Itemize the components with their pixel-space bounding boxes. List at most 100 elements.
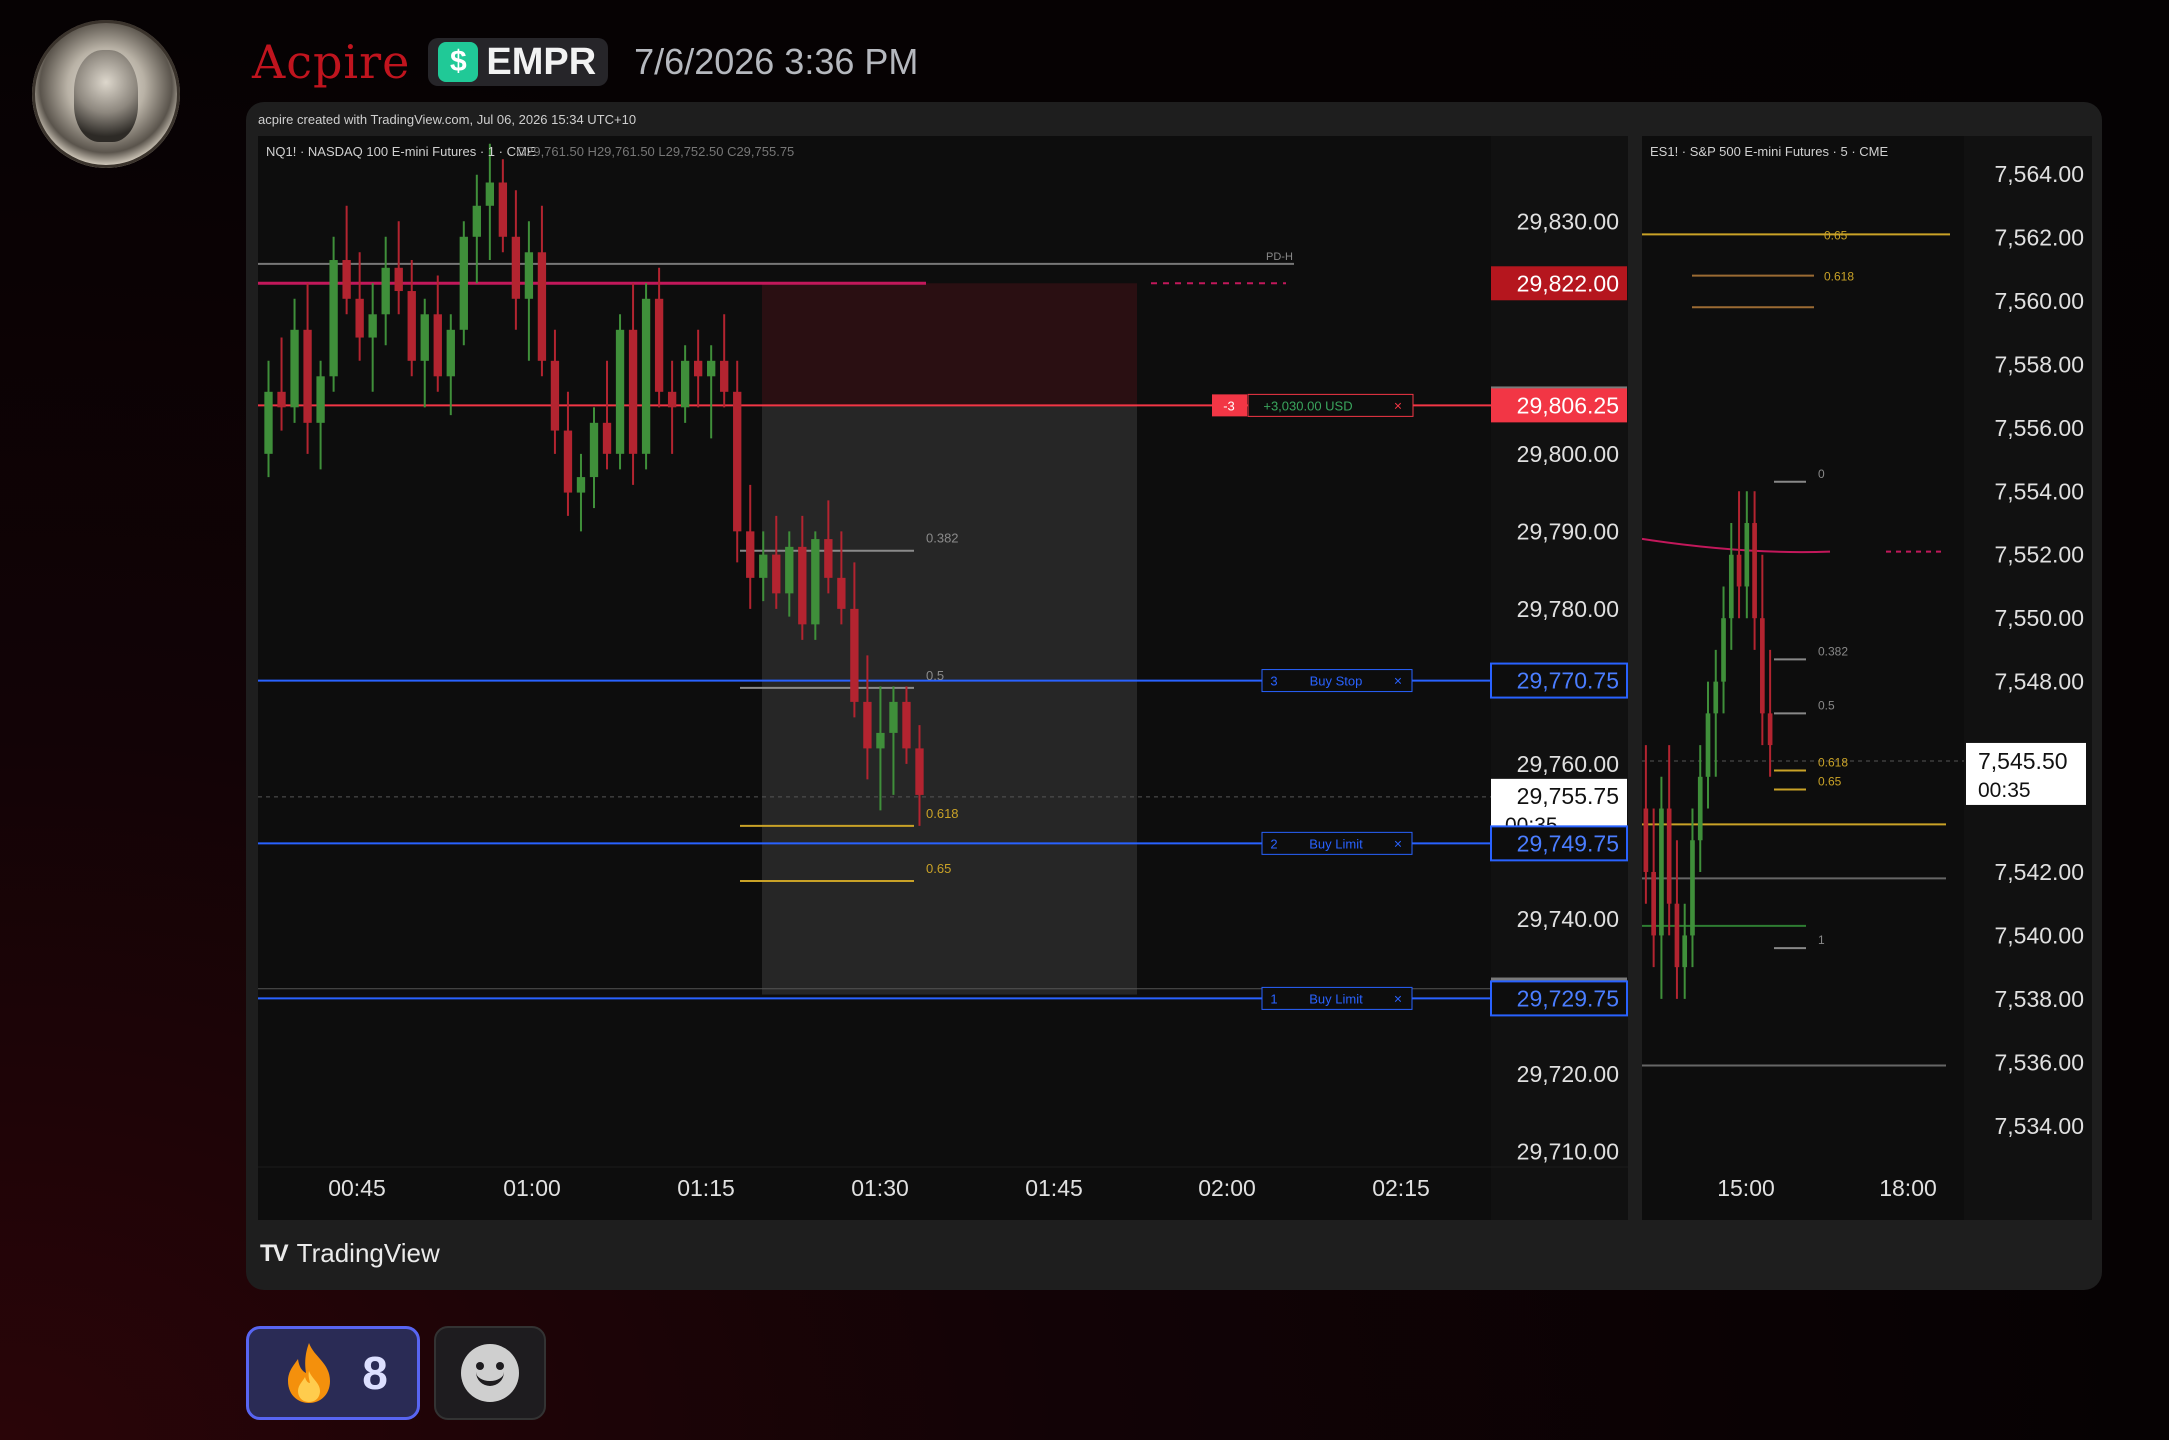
nq-price-tag-label: 29,822.00 <box>1517 270 1619 296</box>
nq-candle <box>407 291 416 361</box>
nq-y-tick: 29,710.00 <box>1517 1138 1619 1164</box>
image-attachment[interactable]: acpire created with TradingView.com, Jul… <box>246 102 2102 1290</box>
es-y-tick: 7,542.00 <box>1994 859 2084 885</box>
es-y-tick: 7,540.00 <box>1994 922 2084 948</box>
es-fib-label: 0.65 <box>1824 228 1848 242</box>
nq-candle <box>355 298 364 338</box>
fire-icon <box>278 1341 340 1405</box>
es-fib-label: 0.618 <box>1818 755 1848 769</box>
es-candle <box>1666 808 1672 904</box>
user-avatar[interactable] <box>32 20 180 168</box>
order-type: Buy Limit <box>1309 836 1363 851</box>
nq-candle <box>511 236 521 299</box>
avatar-face <box>74 50 138 142</box>
es-x-tick: 15:00 <box>1717 1175 1775 1201</box>
nq-ohlc: O29,761.50 H29,761.50 L29,752.50 C29,755… <box>516 144 794 159</box>
nq-price-tag-label: 29,770.75 <box>1517 668 1619 694</box>
nq-candle <box>654 298 664 392</box>
nq-candle <box>550 360 560 431</box>
es-y-tick: 7,536.00 <box>1994 1049 2084 1075</box>
es-candle <box>1736 554 1742 587</box>
es-countdown: 00:35 <box>1978 779 2031 802</box>
leaf-s-icon: $ <box>438 42 479 82</box>
es-candle <box>1697 776 1703 841</box>
nq-candle <box>472 205 481 237</box>
nq-candle <box>902 701 911 749</box>
message-header: Acpire $ EMPR 7/6/2026 3:36 PM <box>252 32 918 92</box>
es-y-tick: 7,554.00 <box>1994 478 2084 504</box>
es-candle <box>1767 713 1773 746</box>
nq-candle <box>824 539 833 578</box>
es-y-tick: 7,538.00 <box>1994 986 2084 1012</box>
es-candle <box>1659 808 1664 936</box>
position-qty: -3 <box>1223 398 1235 413</box>
es-candle <box>1643 808 1649 872</box>
order-qty: 3 <box>1270 674 1277 689</box>
nq-candle <box>563 430 573 493</box>
nq-candle <box>798 546 807 625</box>
order-qty: 2 <box>1270 836 1277 851</box>
nq-y-tick: 29,790.00 <box>1517 518 1619 544</box>
nq-candle <box>667 391 677 408</box>
nq-candle <box>524 252 534 299</box>
nq-candle <box>811 539 820 625</box>
es-candle <box>1713 681 1719 714</box>
es-fib-label: 0.382 <box>1818 644 1848 658</box>
cancel-order-icon: × <box>1394 990 1402 1006</box>
es-candle <box>1690 840 1695 936</box>
nq-x-tick: 02:00 <box>1198 1175 1256 1201</box>
username[interactable]: Acpire <box>252 35 410 89</box>
es-y-tick: 7,564.00 <box>1994 161 2084 187</box>
tradingview-logo-icon: TV <box>260 1239 289 1267</box>
nq-x-tick: 01:45 <box>1025 1175 1083 1201</box>
es-x-tick: 18:00 <box>1879 1175 1937 1201</box>
es-candle <box>1760 618 1765 714</box>
nq-x-tick: 00:45 <box>328 1175 386 1201</box>
nq-candle <box>720 360 729 392</box>
es-title: ES1! · S&P 500 E-mini Futures · 5 · CME <box>1650 144 1888 159</box>
nq-candle <box>693 360 703 377</box>
nq-y-tick: 29,740.00 <box>1517 906 1619 932</box>
reaction-fire[interactable]: 8 <box>246 1326 420 1420</box>
nq-candle <box>394 267 403 292</box>
nq-candle <box>602 422 612 454</box>
es-fib-label: 0.618 <box>1824 270 1854 284</box>
pdh-label: PD-H <box>1266 251 1293 263</box>
es-y-tick: 7,534.00 <box>1994 1113 2084 1139</box>
nq-candle <box>498 182 508 237</box>
nq-y-tick: 29,780.00 <box>1517 596 1619 622</box>
fib-label: 0.618 <box>926 806 959 821</box>
add-reaction-icon <box>461 1344 519 1402</box>
nq-candle <box>433 314 442 377</box>
nq-title: NQ1! · NASDAQ 100 E-mini Futures · 1 · C… <box>266 144 536 159</box>
nq-y-tick: 29,760.00 <box>1517 751 1619 777</box>
es-fib-label: 0.5 <box>1818 698 1835 712</box>
nq-candle <box>615 329 625 454</box>
nq-candle <box>459 236 468 330</box>
nq-candle <box>863 701 872 749</box>
es-candle <box>1674 903 1680 968</box>
nq-candle <box>746 531 755 578</box>
server-tag[interactable]: $ EMPR <box>428 38 609 86</box>
nq-y-tick: 29,800.00 <box>1517 441 1619 467</box>
nq-candle <box>759 554 768 578</box>
nq-candle <box>850 608 859 702</box>
nq-candle <box>420 314 429 361</box>
nq-y-tick: 29,830.00 <box>1517 208 1619 234</box>
es-candle <box>1651 871 1656 936</box>
es-y-tick: 7,552.00 <box>1994 542 2084 568</box>
nq-candle <box>876 732 885 749</box>
nq-candle <box>837 577 846 609</box>
nq-x-tick: 02:15 <box>1372 1175 1430 1201</box>
message-timestamp: 7/6/2026 3:36 PM <box>634 41 919 82</box>
nq-candle <box>329 260 338 377</box>
nq-candle <box>628 329 638 454</box>
target-zone <box>762 405 1137 995</box>
nq-candle <box>277 391 286 408</box>
close-position-icon: × <box>1394 397 1402 413</box>
nq-candle <box>641 298 651 454</box>
cancel-order-icon: × <box>1394 673 1402 689</box>
add-reaction-button[interactable] <box>434 1326 546 1420</box>
nq-candle <box>915 748 924 795</box>
nq-x-tick: 01:00 <box>503 1175 561 1201</box>
